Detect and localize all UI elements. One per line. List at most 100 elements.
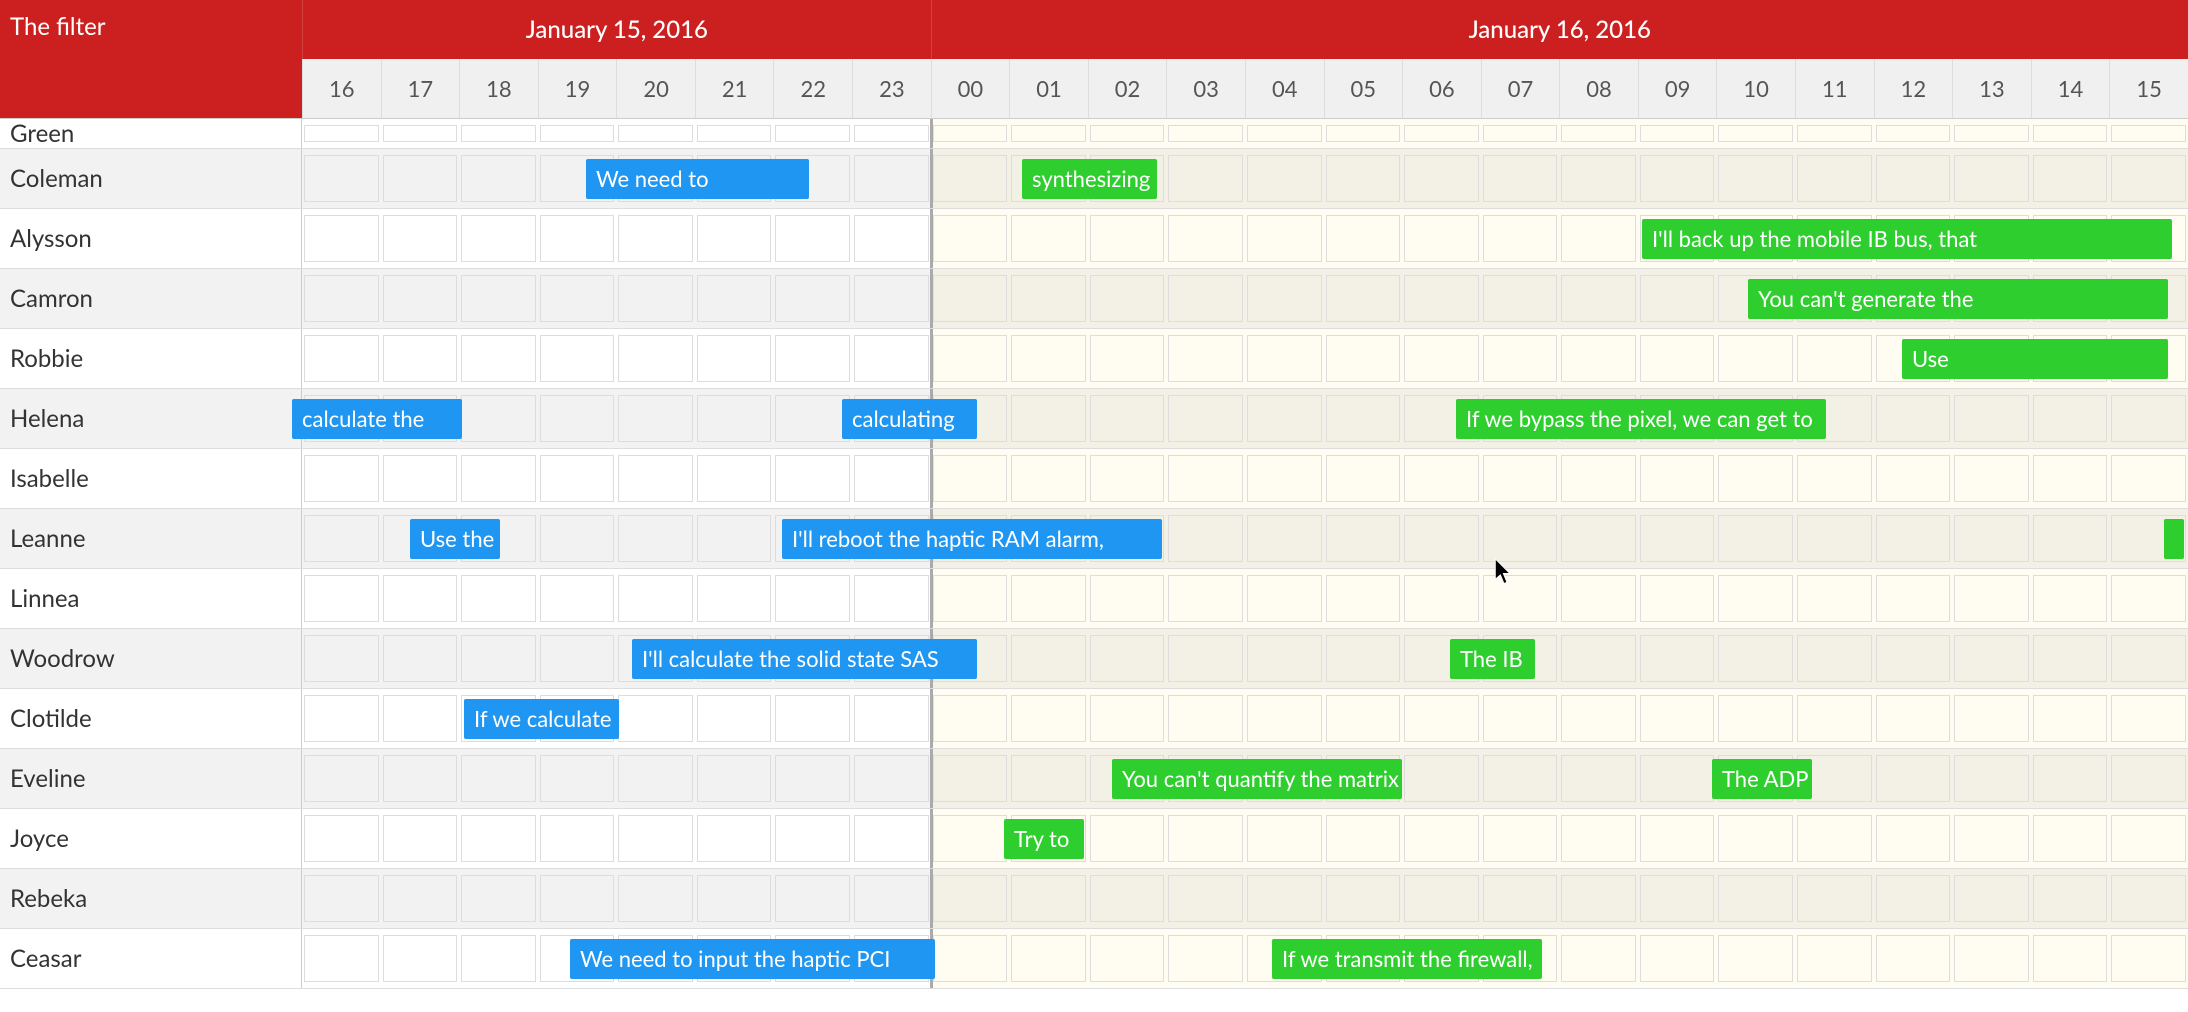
timeline-cell[interactable] (1640, 635, 1715, 682)
timeline-cell[interactable] (1561, 815, 1636, 862)
timeline-cell[interactable] (1718, 695, 1793, 742)
timeline-cell[interactable] (1326, 635, 1401, 682)
timeline-cell[interactable] (461, 575, 536, 622)
timeline-cell[interactable] (1168, 395, 1243, 442)
hour-header[interactable]: 00 (931, 59, 1010, 118)
timeline-cell[interactable] (2033, 395, 2108, 442)
timeline-cell[interactable] (383, 125, 458, 142)
timeline-cell[interactable] (1954, 125, 2029, 142)
timeline-cell[interactable] (1797, 875, 1872, 922)
timeline-cell[interactable] (1011, 395, 1086, 442)
timeline-cell[interactable] (1876, 125, 1951, 142)
timeline-cell[interactable] (775, 395, 850, 442)
timeline-cell[interactable] (933, 455, 1008, 502)
timeline-cell[interactable] (697, 335, 772, 382)
timeline-cell[interactable] (1797, 935, 1872, 982)
timeline-cell[interactable] (2111, 695, 2186, 742)
timeline-cell[interactable] (1404, 755, 1479, 802)
event-bar[interactable]: We need to input the haptic PCI (570, 939, 935, 979)
hour-header[interactable]: 08 (1559, 59, 1638, 118)
timeline-cell[interactable] (1483, 455, 1558, 502)
timeline-cell[interactable] (933, 275, 1008, 322)
timeline-cell[interactable] (1561, 695, 1636, 742)
timeline-cell[interactable] (1640, 335, 1715, 382)
hour-header[interactable]: 07 (1481, 59, 1560, 118)
resource-label[interactable]: Woodrow (0, 629, 302, 688)
timeline-cell[interactable] (1247, 515, 1322, 562)
timeline-cell[interactable] (697, 515, 772, 562)
timeline-cell[interactable] (1561, 935, 1636, 982)
resource-track[interactable]: You can't quantify the matrixThe ADP (302, 749, 2188, 808)
timeline-cell[interactable] (775, 815, 850, 862)
hour-header[interactable]: 02 (1088, 59, 1167, 118)
event-bar[interactable]: You can't generate the (1748, 279, 2168, 319)
timeline-cell[interactable] (2033, 155, 2108, 202)
timeline-cell[interactable] (383, 575, 458, 622)
resource-track[interactable]: If we calculate (302, 689, 2188, 748)
timeline-cell[interactable] (304, 755, 379, 802)
timeline-cell[interactable] (775, 695, 850, 742)
timeline-cell[interactable] (540, 575, 615, 622)
timeline-cell[interactable] (1168, 635, 1243, 682)
timeline-cell[interactable] (540, 275, 615, 322)
timeline-cell[interactable] (775, 215, 850, 262)
timeline-cell[interactable] (1483, 335, 1558, 382)
timeline-cell[interactable] (304, 335, 379, 382)
timeline-cell[interactable] (1404, 275, 1479, 322)
timeline-cell[interactable] (461, 155, 536, 202)
timeline-cell[interactable] (618, 575, 693, 622)
timeline-cell[interactable] (2033, 695, 2108, 742)
timeline-cell[interactable] (304, 275, 379, 322)
timeline-cell[interactable] (1168, 875, 1243, 922)
timeline-cell[interactable] (1718, 125, 1793, 142)
timeline-cell[interactable] (1326, 125, 1401, 142)
timeline-cell[interactable] (1326, 155, 1401, 202)
timeline-cell[interactable] (1718, 815, 1793, 862)
timeline-cell[interactable] (2111, 935, 2186, 982)
timeline-cell[interactable] (854, 455, 929, 502)
timeline-cell[interactable] (1954, 695, 2029, 742)
resource-track[interactable]: calculate thecalculatingIf we bypass the… (302, 389, 2188, 448)
hour-header[interactable]: 23 (852, 59, 931, 118)
timeline-cell[interactable] (2111, 635, 2186, 682)
timeline-cell[interactable] (2111, 455, 2186, 502)
hour-header[interactable]: 12 (1874, 59, 1953, 118)
event-bar[interactable] (2164, 519, 2184, 559)
timeline-cell[interactable] (697, 125, 772, 142)
timeline-cell[interactable] (540, 515, 615, 562)
timeline-cell[interactable] (1483, 575, 1558, 622)
timeline-cell[interactable] (1483, 155, 1558, 202)
timeline-cell[interactable] (461, 125, 536, 142)
timeline-cell[interactable] (1483, 215, 1558, 262)
timeline-cell[interactable] (1090, 575, 1165, 622)
timeline-cell[interactable] (933, 875, 1008, 922)
timeline-cell[interactable] (854, 755, 929, 802)
timeline-cell[interactable] (1168, 515, 1243, 562)
timeline-cell[interactable] (1011, 755, 1086, 802)
timeline-cell[interactable] (1561, 875, 1636, 922)
timeline-cell[interactable] (2033, 815, 2108, 862)
timeline-cell[interactable] (1404, 335, 1479, 382)
hour-header[interactable]: 18 (459, 59, 538, 118)
timeline-cell[interactable] (304, 635, 379, 682)
hour-header[interactable]: 09 (1638, 59, 1717, 118)
hour-header[interactable]: 05 (1324, 59, 1403, 118)
timeline-cell[interactable] (540, 335, 615, 382)
timeline-cell[interactable] (1247, 875, 1322, 922)
timeline-cell[interactable] (1326, 455, 1401, 502)
timeline-cell[interactable] (1561, 635, 1636, 682)
timeline-cell[interactable] (618, 125, 693, 142)
timeline-cell[interactable] (933, 215, 1008, 262)
resource-label[interactable]: Alysson (0, 209, 302, 268)
timeline-cell[interactable] (1640, 275, 1715, 322)
hour-header[interactable]: 10 (1716, 59, 1795, 118)
resource-label[interactable]: Camron (0, 269, 302, 328)
resource-label[interactable]: Clotilde (0, 689, 302, 748)
timeline-cell[interactable] (775, 575, 850, 622)
resource-track[interactable]: I'll back up the mobile IB bus, that (302, 209, 2188, 268)
resource-label[interactable]: Eveline (0, 749, 302, 808)
timeline-cell[interactable] (461, 335, 536, 382)
timeline-cell[interactable] (383, 815, 458, 862)
timeline-cell[interactable] (1483, 125, 1558, 142)
timeline-cell[interactable] (618, 815, 693, 862)
